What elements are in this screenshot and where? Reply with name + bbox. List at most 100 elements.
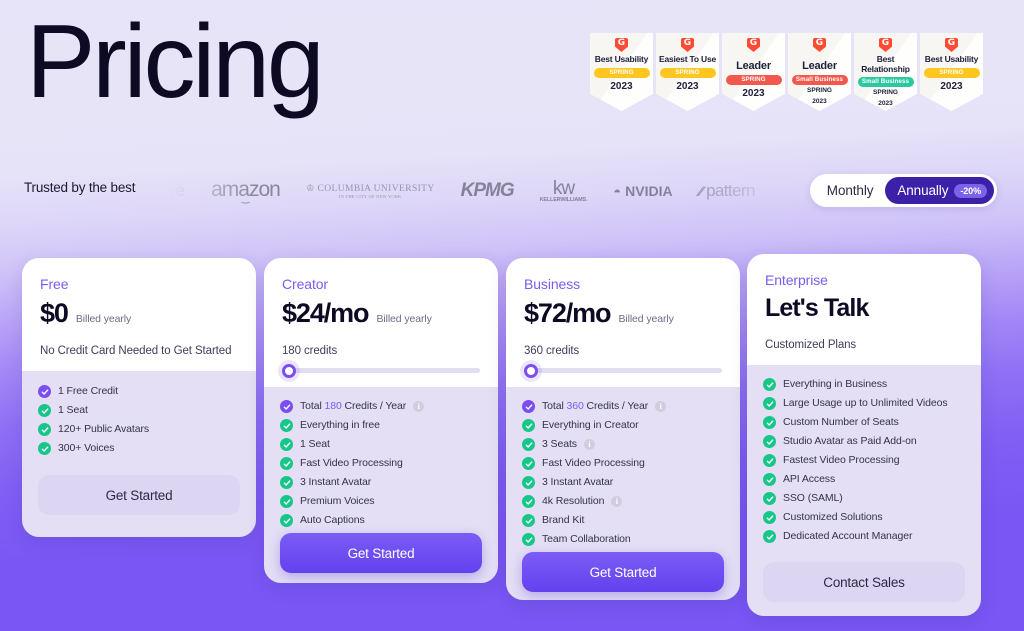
info-icon[interactable]: i bbox=[413, 401, 425, 412]
feature-label: Brand Kit bbox=[542, 514, 585, 526]
feature-item: 300+ Voices bbox=[38, 442, 240, 455]
pricing-page: Pricing G Best Usability SPRING 2023 G Easies… bbox=[0, 0, 1024, 631]
feature-label: 120+ Public Avatars bbox=[58, 423, 150, 435]
logo-pattern: ⁄⁄ pattern bbox=[698, 181, 756, 201]
cta-button-enterprise[interactable]: Contact Sales bbox=[763, 562, 965, 602]
check-icon bbox=[763, 473, 776, 486]
feature-label: Fast Video Processing bbox=[300, 457, 403, 469]
badge-season: SPRING bbox=[873, 89, 898, 96]
logo-amazon: amazon ‿ bbox=[211, 178, 281, 204]
plan-name: Enterprise bbox=[765, 272, 828, 288]
check-icon bbox=[38, 404, 51, 417]
cta-button-business[interactable]: Get Started bbox=[522, 552, 724, 592]
logo-text: kw bbox=[552, 177, 575, 199]
cta-button-free[interactable]: Get Started bbox=[38, 475, 240, 515]
feature-label: API Access bbox=[783, 473, 836, 485]
g2-badge-leader-small-business: G Leader Small Business SPRING 2023 bbox=[788, 33, 851, 111]
check-icon bbox=[763, 511, 776, 524]
logo-text: pattern bbox=[706, 181, 755, 200]
feature-label: Everything in free bbox=[300, 419, 380, 431]
credits-slider-handle[interactable] bbox=[524, 363, 538, 378]
card-body-enterprise: Everything in Business Large Usage up to … bbox=[747, 365, 981, 616]
pricing-card-business: Business $72/mo Billed yearly 360 credits To… bbox=[506, 258, 740, 600]
discount-badge: -20% bbox=[954, 183, 987, 198]
feature-label: Premium Voices bbox=[300, 495, 375, 507]
billing-period-toggle[interactable]: Monthly Annually -20% bbox=[809, 174, 997, 207]
logo-cloud: ☁ bbox=[781, 176, 785, 206]
badge-year: 2023 bbox=[742, 88, 765, 99]
feature-item: API Access bbox=[763, 473, 965, 486]
plan-name: Free bbox=[40, 276, 69, 292]
g2-logo-icon: G bbox=[945, 38, 958, 52]
logo-subtext: IN THE CITY OF NEW YORK bbox=[339, 194, 402, 199]
credits-slider[interactable] bbox=[282, 363, 480, 378]
feature-item: Total 360 Credits / Year i bbox=[522, 400, 724, 413]
feature-item: Team Collaboration bbox=[522, 533, 724, 546]
feature-item: Everything in Business bbox=[763, 378, 965, 391]
cta-button-creator[interactable]: Get Started bbox=[280, 533, 482, 573]
plan-billing-period: Billed yearly bbox=[376, 313, 432, 325]
badge-title: Best Usability bbox=[594, 54, 649, 64]
logo-partial: re bbox=[170, 181, 185, 201]
toggle-option-annually[interactable]: Annually -20% bbox=[885, 177, 994, 204]
plan-name: Creator bbox=[282, 276, 328, 292]
info-icon[interactable]: i bbox=[655, 401, 667, 412]
feature-item: 120+ Public Avatars bbox=[38, 423, 240, 436]
pricing-card-free: Free $0 Billed yearly No Credit Card Needed… bbox=[22, 258, 256, 537]
plan-note: No Credit Card Needed to Get Started bbox=[40, 345, 232, 357]
feature-label: Everything in Creator bbox=[542, 419, 639, 431]
logo-columbia-university: ♔ COLUMBIA UNIVERSITY IN THE CITY OF NEW … bbox=[306, 183, 435, 199]
feature-item: 1 Seat bbox=[38, 404, 240, 417]
check-icon bbox=[280, 495, 293, 508]
feature-item: Fast Video Processing bbox=[522, 457, 724, 470]
feature-item: Total 180 Credits / Year i bbox=[280, 400, 482, 413]
feature-item: Large Usage up to Unlimited Videos bbox=[763, 397, 965, 410]
feature-label: 1 Seat bbox=[300, 438, 330, 450]
badge-ribbon: SPRING bbox=[659, 67, 716, 78]
g2-badge-row: G Best Usability SPRING 2023 G Easiest To Use… bbox=[590, 33, 983, 111]
feature-item: Customized Solutions bbox=[763, 511, 965, 524]
trusted-by-label: Trusted by the best bbox=[24, 180, 136, 195]
feature-label: 3 Instant Avatar bbox=[542, 476, 614, 488]
feature-item: Custom Number of Seats bbox=[763, 416, 965, 429]
check-icon bbox=[763, 454, 776, 467]
pattern-mark-icon: ⁄⁄ bbox=[698, 183, 703, 199]
credits-slider[interactable] bbox=[524, 363, 722, 378]
badge-year: 2023 bbox=[610, 80, 633, 92]
toggle-annually-label: Annually bbox=[897, 183, 949, 198]
feature-label: 3 Instant Avatar bbox=[300, 476, 372, 488]
feature-item: 3 Instant Avatar bbox=[280, 476, 482, 489]
credits-slider-handle[interactable] bbox=[282, 363, 296, 378]
check-icon bbox=[38, 385, 51, 398]
feature-label: Auto Captions bbox=[300, 514, 365, 526]
feature-item: 4k Resolution i bbox=[522, 495, 724, 508]
badge-title: Leader bbox=[736, 60, 771, 72]
info-icon[interactable]: i bbox=[611, 496, 623, 507]
logo-text: re bbox=[170, 181, 186, 200]
g2-logo-icon: G bbox=[879, 38, 892, 52]
feature-item: Everything in Creator bbox=[522, 419, 724, 432]
info-icon[interactable]: i bbox=[583, 439, 595, 450]
card-body-creator: Total 180 Credits / Year i Everything in f… bbox=[264, 387, 498, 583]
badge-year: 2023 bbox=[676, 80, 699, 92]
feature-label: 3 Seats bbox=[542, 438, 577, 450]
check-icon bbox=[38, 442, 51, 455]
card-header-creator: Creator $24/mo Billed yearly 180 credits bbox=[264, 258, 498, 387]
badge-title: Best Relationship bbox=[861, 54, 910, 74]
feature-label: 4k Resolution bbox=[542, 495, 605, 507]
feature-label: Team Collaboration bbox=[542, 533, 631, 545]
check-icon bbox=[763, 378, 776, 391]
pricing-card-enterprise: Enterprise Let's Talk Customized Plans Ever… bbox=[747, 254, 981, 616]
feature-item: Everything in free bbox=[280, 419, 482, 432]
plan-name: Business bbox=[524, 276, 581, 292]
badge-year: 2023 bbox=[878, 99, 893, 107]
plan-note: Customized Plans bbox=[765, 339, 857, 351]
feature-label: Custom Number of Seats bbox=[783, 416, 899, 428]
g2-logo-icon: G bbox=[813, 38, 826, 52]
card-header-business: Business $72/mo Billed yearly 360 credits bbox=[506, 258, 740, 387]
toggle-option-monthly[interactable]: Monthly bbox=[813, 183, 886, 198]
g2-badge-best-relationship: G Best Relationship Small Business SPRING 20… bbox=[854, 33, 917, 111]
check-icon bbox=[280, 419, 293, 432]
logo-text: KPMG bbox=[460, 180, 515, 201]
check-icon bbox=[280, 457, 293, 470]
